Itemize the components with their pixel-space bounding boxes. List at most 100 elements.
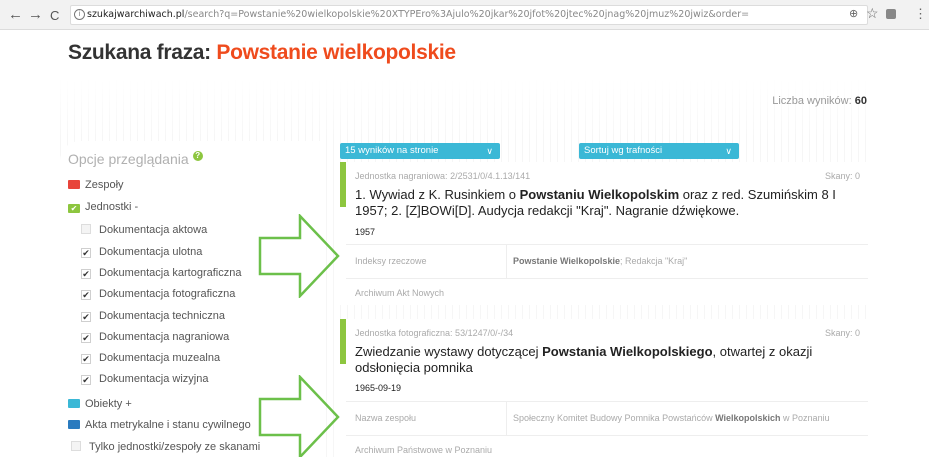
filter-only-with-scans[interactable]: Tylko jednostki/zespoły ze skanami bbox=[71, 441, 260, 453]
sidebar-item-obiekty[interactable]: Obiekty + bbox=[68, 398, 132, 410]
title-highlight: Powstaniu Wielkopolskim bbox=[519, 187, 680, 202]
checkbox[interactable] bbox=[81, 224, 91, 234]
page-title-label: Szukana fraza: bbox=[68, 41, 217, 64]
filter-dokumentacja-techniczna[interactable]: ✔ Dokumentacja techniczna bbox=[81, 310, 225, 322]
result-card[interactable]: Jednostka fotograficzna: 53/1247/0/-/34 … bbox=[340, 319, 868, 457]
sidebar-item-jednostki[interactable]: ✔ Jednostki - bbox=[68, 201, 138, 213]
title-text: Zwiedzanie wystawy dotyczącej bbox=[355, 344, 543, 359]
help-icon[interactable]: ? bbox=[192, 151, 203, 161]
per-page-select[interactable]: 15 wyników na stronie ∨ bbox=[340, 143, 500, 159]
result-detail-row: Indeksy rzeczowe Powstanie Wielkopolskie… bbox=[346, 244, 868, 279]
chevron-down-icon: ∨ bbox=[725, 146, 732, 156]
divider bbox=[506, 402, 507, 436]
result-accent-bar bbox=[340, 319, 346, 364]
search-phrase: Powstanie wielkopolskie bbox=[216, 41, 456, 64]
extension-icon[interactable] bbox=[886, 9, 896, 19]
url-domain: szukajwarchiwach.pl bbox=[87, 9, 185, 20]
jednostki-check-icon: ✔ bbox=[68, 204, 80, 213]
sidebar-item-label: Obiekty + bbox=[85, 398, 132, 410]
sidebar-item-akta[interactable]: Akta metrykalne i stanu cywilnego bbox=[68, 419, 251, 431]
result-accent-bar bbox=[340, 162, 346, 207]
result-date: 1965-09-19 bbox=[355, 383, 402, 393]
results-count: Liczba wyników: 60 bbox=[772, 95, 867, 107]
sidebar-title: Opcje przeglądania? bbox=[68, 151, 203, 167]
filter-dokumentacja-wizyjna[interactable]: ✔ Dokumentacja wizyjna bbox=[81, 373, 208, 385]
sort-value: Sortuj wg trafności bbox=[584, 145, 663, 156]
filter-dokumentacja-fotograficzna[interactable]: ✔ Dokumentacja fotograficzna bbox=[81, 288, 235, 300]
detail-value: Powstanie Wielkopolskie; Redakcja "Kraj" bbox=[513, 256, 687, 266]
bookmark-star-icon[interactable]: ☆ bbox=[866, 5, 879, 22]
results-count-label: Liczba wyników: bbox=[772, 95, 852, 107]
title-highlight: Powstania Wielkopolskiego bbox=[542, 344, 713, 359]
result-detail-row: Nazwa zespołu Społeczny Komitet Budowy P… bbox=[346, 401, 868, 436]
filter-label: Dokumentacja nagraniowa bbox=[99, 331, 230, 343]
checkbox[interactable] bbox=[71, 441, 81, 451]
result-title[interactable]: 1. Wywiad z K. Rusinkiem o Powstaniu Wie… bbox=[355, 187, 865, 219]
filter-label: Dokumentacja fotograficzna bbox=[99, 288, 236, 300]
info-icon[interactable]: i bbox=[74, 9, 85, 20]
forward-button[interactable]: → bbox=[28, 6, 43, 24]
checkbox-checked[interactable]: ✔ bbox=[81, 269, 91, 279]
archive-name: Archiwum Akt Nowych bbox=[355, 288, 445, 298]
filter-dokumentacja-nagraniowa[interactable]: ✔ Dokumentacja nagraniowa bbox=[81, 331, 229, 343]
checkbox-checked[interactable]: ✔ bbox=[81, 290, 91, 300]
detail-value: Społeczny Komitet Budowy Pomnika Powstań… bbox=[513, 413, 830, 423]
sidebar-item-zespoly[interactable]: Zespoły bbox=[68, 179, 124, 191]
divider bbox=[506, 245, 507, 279]
result-scans: Skany: 0 bbox=[824, 171, 860, 181]
result-scans: Skany: 0 bbox=[824, 328, 860, 338]
menu-icon[interactable]: ⋮ bbox=[914, 6, 927, 22]
result-meta: Jednostka nagraniowa: 2/2531/0/4.1.13/14… bbox=[355, 171, 531, 181]
url-path: /search?q=Powstanie%20wielkopolskie%20XT… bbox=[184, 9, 750, 20]
detail-highlight: Wielkopolskich bbox=[715, 413, 781, 423]
arrow-shape bbox=[258, 214, 340, 298]
filter-label: Tylko jednostki/zespoły ze skanami bbox=[89, 441, 261, 453]
reload-button[interactable]: C bbox=[50, 7, 59, 25]
checkbox-checked[interactable]: ✔ bbox=[81, 354, 91, 364]
filter-label: Dokumentacja aktowa bbox=[99, 224, 208, 236]
akta-color-icon bbox=[68, 420, 80, 429]
zoom-icon[interactable]: ⊕ bbox=[849, 7, 858, 20]
filter-label: Dokumentacja kartograficzna bbox=[99, 267, 242, 279]
address-bar[interactable]: i szukajwarchiwach.pl/search?q=Powstanie… bbox=[70, 5, 868, 25]
results-count-value: 60 bbox=[854, 95, 867, 107]
filter-label: Dokumentacja wizyjna bbox=[99, 373, 209, 385]
result-card[interactable]: Jednostka nagraniowa: 2/2531/0/4.1.13/14… bbox=[340, 162, 868, 305]
title-text: 1. Wywiad z K. Rusinkiem o bbox=[355, 187, 520, 202]
archive-name: Archiwum Państwowe w Poznaniu bbox=[355, 445, 493, 455]
checkbox-checked[interactable]: ✔ bbox=[81, 333, 91, 343]
sidebar-title-text: Opcje przeglądania bbox=[68, 151, 189, 167]
filter-label: Dokumentacja techniczna bbox=[99, 310, 225, 322]
sidebar-item-label: Zespoły bbox=[85, 179, 124, 191]
filter-label: Dokumentacja ulotna bbox=[99, 246, 203, 258]
detail-text: Społeczny Komitet Budowy Pomnika Powstań… bbox=[513, 413, 716, 423]
annotation-arrow-icon bbox=[258, 375, 340, 457]
detail-label: Nazwa zespołu bbox=[355, 413, 417, 423]
filter-dokumentacja-kartograficzna[interactable]: ✔ Dokumentacja kartograficzna bbox=[81, 267, 241, 279]
result-archive-row: Archiwum Państwowe w Poznaniu bbox=[346, 435, 868, 457]
result-title[interactable]: Zwiedzanie wystawy dotyczącej Powstania … bbox=[355, 344, 865, 376]
filter-dokumentacja-ulotna[interactable]: ✔ Dokumentacja ulotna bbox=[81, 246, 202, 258]
checkbox-checked[interactable]: ✔ bbox=[81, 248, 91, 258]
result-archive-row: Archiwum Akt Nowych bbox=[346, 278, 868, 305]
page-title: Szukana fraza: Powstanie wielkopolskie bbox=[68, 41, 456, 65]
chevron-down-icon: ∨ bbox=[486, 146, 493, 156]
result-meta: Jednostka fotograficzna: 53/1247/0/-/34 bbox=[355, 328, 514, 338]
zespoly-color-icon bbox=[68, 180, 80, 189]
page-content: Szukana fraza: Powstanie wielkopolskie L… bbox=[0, 31, 929, 457]
detail-highlight: Powstanie Wielkopolskie bbox=[513, 256, 620, 266]
background-fade bbox=[60, 79, 870, 139]
browser-toolbar: ← → C i szukajwarchiwach.pl/search?q=Pow… bbox=[0, 0, 929, 30]
checkbox-checked[interactable]: ✔ bbox=[81, 375, 91, 385]
sidebar-item-label: Jednostki - bbox=[85, 201, 139, 213]
detail-label: Indeksy rzeczowe bbox=[355, 256, 427, 266]
obiekty-color-icon bbox=[68, 399, 80, 408]
filter-dokumentacja-aktowa[interactable]: Dokumentacja aktowa bbox=[81, 224, 207, 236]
filter-dokumentacja-muzealna[interactable]: ✔ Dokumentacja muzealna bbox=[81, 352, 220, 364]
back-button[interactable]: ← bbox=[8, 6, 23, 24]
sort-select[interactable]: Sortuj wg trafności ∨ bbox=[579, 143, 739, 159]
detail-text: w Poznaniu bbox=[780, 413, 830, 423]
detail-text: ; Redakcja "Kraj" bbox=[619, 256, 688, 266]
checkbox-checked[interactable]: ✔ bbox=[81, 312, 91, 322]
per-page-value: 15 wyników na stronie bbox=[345, 145, 439, 156]
